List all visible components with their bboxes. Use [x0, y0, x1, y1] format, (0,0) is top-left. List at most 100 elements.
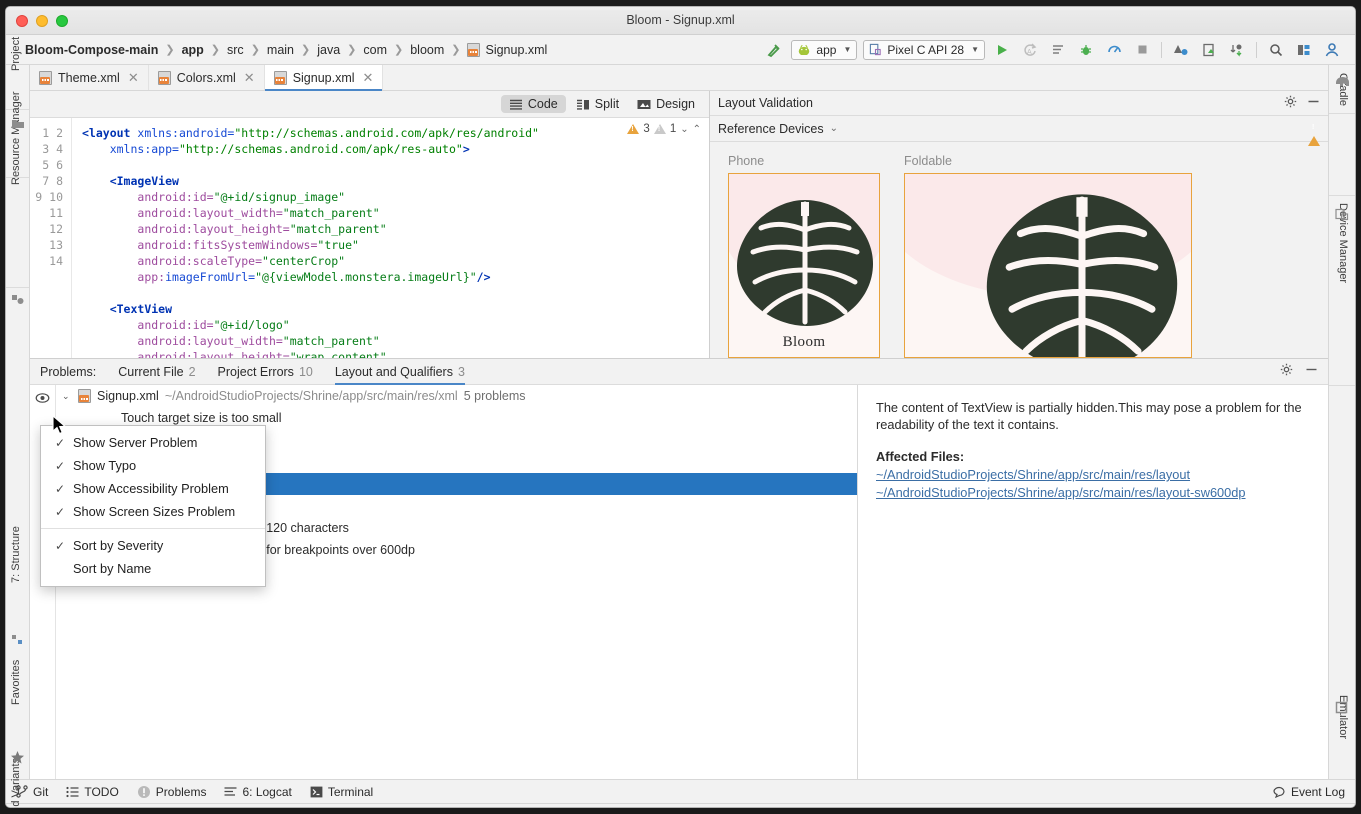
breadcrumb-item-java[interactable]: java [314, 43, 343, 57]
sdk-manager-icon[interactable] [1170, 39, 1192, 61]
event-log-button[interactable]: Event Log [1273, 785, 1345, 799]
editor-mode-split[interactable]: Split [568, 95, 627, 113]
avd-manager-icon[interactable] [1198, 39, 1220, 61]
menu-item-sort-by-name[interactable]: Sort by Name [41, 557, 265, 580]
hammer-icon[interactable] [763, 39, 785, 61]
close-tab-icon[interactable]: ✕ [128, 70, 139, 86]
checkmark-icon: ✓ [55, 436, 73, 450]
sidebar-item-build-variants[interactable]: Build Variants [10, 758, 22, 808]
apply-changes-icon[interactable]: A [1019, 39, 1041, 61]
breadcrumb-item-src[interactable]: src [224, 43, 247, 57]
menu-item-show-server-problem[interactable]: ✓ Show Server Problem [41, 431, 265, 454]
stop-icon[interactable] [1131, 39, 1153, 61]
breadcrumb[interactable]: Bloom-Compose-main ❯ app ❯ src ❯ main ❯ … [14, 43, 550, 57]
memory-indicator-icon[interactable] [14, 808, 27, 809]
tab-current-file[interactable]: Current File 2 [118, 359, 195, 385]
sidebar-item-favorites[interactable]: Favorites [10, 660, 22, 705]
sidebar-item-project[interactable]: Project [10, 37, 22, 71]
account-icon[interactable] [1321, 39, 1343, 61]
minimize-icon[interactable] [1307, 95, 1320, 111]
chevron-down-icon[interactable]: ⌄ [830, 123, 838, 134]
code-area[interactable]: 1 2 3 4 5 6 7 8 9 10 11 12 13 14 <layout… [30, 118, 709, 358]
debug-icon[interactable] [1075, 39, 1097, 61]
device-preview-phone[interactable]: Phone [728, 154, 880, 358]
breadcrumb-item-project[interactable]: Bloom-Compose-main [22, 43, 161, 57]
run-icon[interactable] [991, 39, 1013, 61]
bottom-tab-problems[interactable]: Problems [137, 785, 207, 799]
eye-icon[interactable] [35, 391, 50, 409]
unlocked-icon[interactable] [1277, 808, 1289, 809]
validation-warning-icon[interactable] [1308, 122, 1320, 136]
breadcrumb-item-main[interactable]: main [264, 43, 297, 57]
breadcrumb-separator: ❯ [161, 43, 178, 56]
bottom-tab-terminal[interactable]: Terminal [310, 785, 373, 799]
breadcrumb-item-bloom[interactable]: bloom [407, 43, 447, 57]
bottom-tab-todo[interactable]: TODO [66, 785, 118, 799]
minimize-icon[interactable] [1305, 363, 1318, 381]
run-configuration-selector[interactable]: app ▼ [791, 40, 857, 60]
tab-project-errors[interactable]: Project Errors 10 [218, 359, 313, 385]
preview-canvas[interactable]: Phone [710, 142, 1328, 358]
device-preview-label: Foldable [904, 154, 1192, 168]
breadcrumb-item-app[interactable]: app [179, 43, 207, 57]
sad-face-icon[interactable] [1332, 807, 1347, 809]
checkmark-icon: ✓ [55, 459, 73, 473]
problems-filter-menu[interactable]: ✓ Show Server Problem ✓ Show Typo ✓ Show… [40, 425, 266, 587]
happy-face-icon[interactable] [1303, 807, 1318, 809]
inspection-widget[interactable]: 3 1 ⌄ ⌃ [627, 123, 701, 135]
device-preview-foldable[interactable]: Foldable [904, 154, 1192, 358]
search-icon[interactable] [1265, 39, 1287, 61]
tab-layout-and-qualifiers[interactable]: Layout and Qualifiers 3 [335, 359, 465, 385]
editor-tab-theme[interactable]: Theme.xml ✕ [30, 65, 149, 90]
bottom-tab-label: TODO [84, 785, 118, 799]
menu-item-sort-by-severity[interactable]: ✓ Sort by Severity [41, 534, 265, 557]
code-text[interactable]: <layout xmlns:android="http://schemas.an… [72, 118, 709, 358]
editor-preview-split: Code Split Design 1 2 3 4 5 6 7 8 9 10 1… [30, 91, 1328, 359]
tree-row-file[interactable]: ⌄ Signup.xml ~/AndroidStudioProjects/Shr… [56, 385, 857, 407]
problems-icon [137, 785, 151, 799]
sidebar-label: Build Variants [10, 758, 22, 808]
layout-validation-title: Layout Validation [718, 96, 813, 110]
menu-item-show-accessibility-problem[interactable]: ✓ Show Accessibility Problem [41, 477, 265, 500]
chevron-down-icon[interactable]: ⌄ [62, 391, 72, 402]
editor-mode-code[interactable]: Code [501, 95, 566, 113]
gear-icon[interactable] [1280, 363, 1293, 381]
editor-tab-signup[interactable]: Signup.xml ✕ [265, 65, 384, 90]
xml-file-icon [78, 389, 91, 403]
menu-item-show-screen-sizes-problem[interactable]: ✓ Show Screen Sizes Problem [41, 500, 265, 523]
project-structure-icon[interactable] [1293, 39, 1315, 61]
close-tab-icon[interactable]: ✕ [363, 70, 374, 86]
sidebar-item-resource-manager[interactable]: Resource Manager [10, 91, 22, 185]
chevron-up-icon[interactable]: ⌃ [693, 124, 701, 135]
breadcrumb-separator: ❯ [297, 43, 314, 56]
editor-mode-design[interactable]: Design [629, 95, 703, 113]
sync-gradle-icon[interactable] [1226, 39, 1248, 61]
breadcrumb-item-com[interactable]: com [360, 43, 390, 57]
breadcrumb-item-file[interactable]: Signup.xml [464, 43, 550, 57]
device-selector[interactable]: Pixel C API 28 ▼ [863, 40, 985, 60]
warning-icon [627, 124, 639, 134]
close-tab-icon[interactable]: ✕ [244, 70, 255, 86]
xml-file-icon [39, 71, 52, 85]
sidebar-item-structure[interactable]: 7: Structure [10, 526, 22, 583]
device-icon [869, 43, 882, 56]
editor-tab-colors[interactable]: Colors.xml ✕ [149, 65, 265, 90]
chevron-down-icon[interactable]: ⌄ [680, 124, 688, 135]
android-icon [797, 44, 811, 55]
code-editor-pane: Code Split Design 1 2 3 4 5 6 7 8 9 10 1… [30, 91, 710, 358]
device-frame[interactable]: Bloom [728, 173, 880, 358]
bottom-tab-label: Git [33, 785, 48, 799]
menu-item-show-typo[interactable]: ✓ Show Typo [41, 454, 265, 477]
bottom-tab-logcat[interactable]: 6: Logcat [224, 785, 291, 799]
breadcrumb-separator: ❯ [343, 43, 360, 56]
profile-icon[interactable] [1103, 39, 1125, 61]
apply-code-changes-icon[interactable] [1047, 39, 1069, 61]
editor-mode-label: Code [528, 97, 558, 111]
reference-devices-selector[interactable]: Reference Devices ⌄ [710, 116, 1328, 142]
gear-icon[interactable] [1284, 95, 1297, 111]
editor-mode-label: Design [656, 97, 695, 111]
editor-tab-label: Theme.xml [58, 71, 120, 85]
affected-file-link[interactable]: ~/AndroidStudioProjects/Shrine/app/src/m… [876, 485, 1310, 500]
affected-file-link[interactable]: ~/AndroidStudioProjects/Shrine/app/src/m… [876, 467, 1310, 482]
device-frame[interactable] [904, 173, 1192, 358]
